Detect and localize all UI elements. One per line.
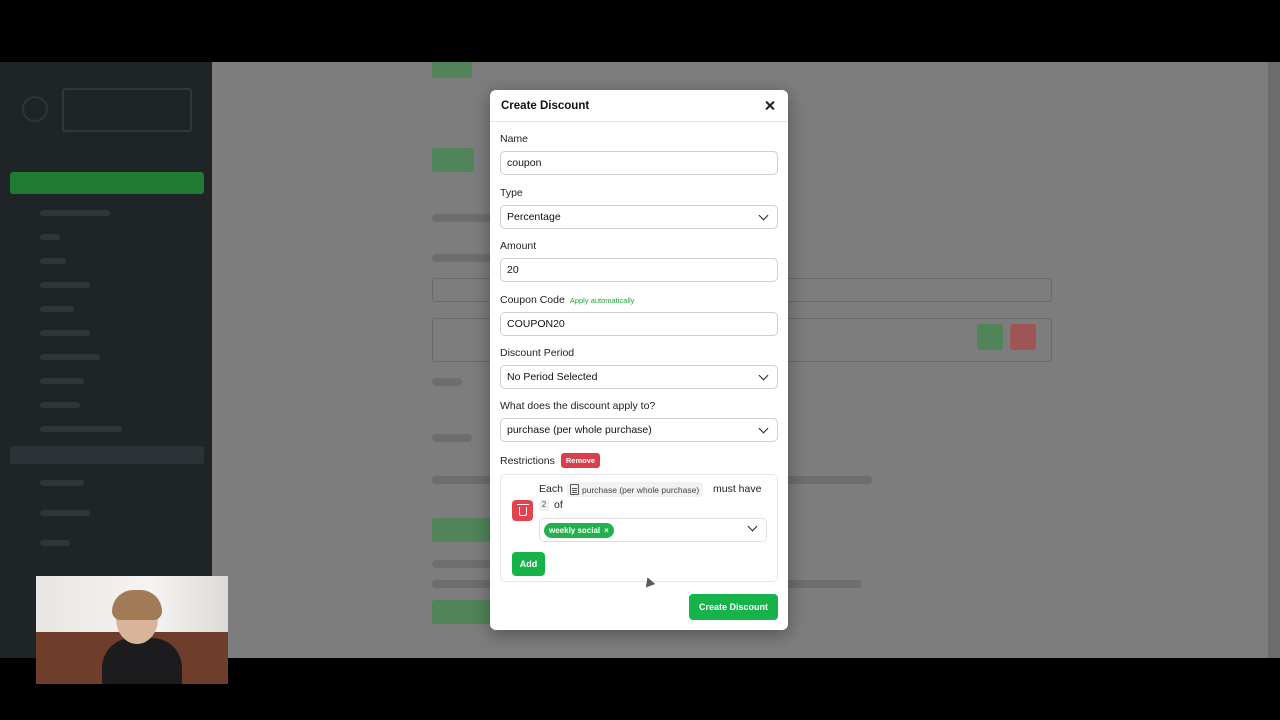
type-select[interactable]: Percentage — [500, 205, 778, 229]
name-input-value: coupon — [507, 157, 542, 169]
coupon-code-label: Coupon Code — [500, 294, 565, 306]
amount-input-value: 20 — [507, 264, 519, 276]
applies-to-value: purchase (per whole purchase) — [507, 424, 652, 436]
bg-delete-button — [1010, 324, 1036, 350]
trash-icon — [516, 504, 529, 516]
restrictions-label: Restrictions — [500, 454, 555, 467]
sidebar-item[interactable] — [40, 480, 84, 486]
add-restriction-button[interactable]: Add — [512, 552, 545, 576]
modal-title: Create Discount — [501, 99, 590, 112]
sidebar-item-selected[interactable] — [10, 446, 204, 464]
bg-heading — [432, 560, 492, 568]
bg-button — [432, 600, 492, 624]
type-label: Type — [500, 187, 523, 199]
chevron-down-icon — [758, 370, 769, 380]
restriction-each-text: Each — [539, 483, 563, 495]
coupon-code-input[interactable]: COUPON20 — [500, 312, 778, 336]
webcam-person-hair — [112, 590, 162, 620]
delete-restriction-button[interactable] — [512, 500, 533, 521]
create-discount-button[interactable]: Create Discount — [689, 594, 778, 620]
mouse-cursor-icon — [642, 575, 656, 588]
sidebar-item[interactable] — [40, 282, 90, 288]
sidebar-toggle-icon[interactable] — [22, 96, 48, 122]
coupon-code-label-row: Coupon Code Apply automatically — [500, 294, 634, 306]
discount-period-label: Discount Period — [500, 347, 575, 359]
sidebar-item[interactable] — [40, 354, 100, 360]
restrictions-label-row: Restrictions Remove — [500, 453, 601, 468]
sidebar-item[interactable] — [40, 306, 74, 312]
sidebar-item[interactable] — [40, 426, 122, 432]
sidebar-item[interactable] — [40, 402, 80, 408]
bg-heading — [432, 214, 492, 222]
name-label: Name — [500, 133, 529, 145]
sidebar-item[interactable] — [40, 234, 60, 240]
sidebar — [0, 62, 212, 658]
applies-to-label: What does the discount apply to? — [500, 400, 656, 412]
sidebar-item[interactable] — [40, 210, 110, 216]
create-discount-modal: Create Discount Name coupon Type Percent… — [490, 90, 788, 630]
applies-to-select[interactable]: purchase (per whole purchase) — [500, 418, 778, 442]
sidebar-item[interactable] — [40, 510, 90, 516]
modal-header: Create Discount — [490, 90, 788, 122]
remove-restrictions-button[interactable]: Remove — [560, 453, 601, 468]
bg-button — [432, 518, 492, 542]
purchase-scope-chip: purchase (per whole purchase) — [567, 482, 704, 497]
sidebar-item[interactable] — [40, 378, 84, 384]
bg-edit-button — [977, 324, 1003, 350]
sidebar-item-active[interactable] — [10, 172, 204, 194]
chevron-down-icon — [758, 423, 769, 433]
event-multiselect[interactable]: weekly social × — [539, 518, 767, 588]
document-icon — [570, 484, 579, 495]
restriction-card: Each purchase (per whole purchase) must … — [500, 474, 778, 588]
bg-button — [432, 148, 474, 172]
sidebar-item[interactable] — [40, 540, 70, 546]
amount-input[interactable]: 20 — [500, 258, 778, 282]
app-logo — [62, 88, 192, 132]
bg-text — [432, 254, 492, 262]
bg-heading — [432, 434, 472, 442]
chevron-down-icon — [758, 210, 769, 220]
discount-period-select[interactable]: No Period Selected — [500, 365, 778, 389]
apply-automatically-link[interactable]: Apply automatically — [570, 296, 635, 305]
close-icon[interactable] — [763, 99, 777, 113]
webcam-person-body — [102, 638, 182, 684]
type-select-value: Percentage — [507, 211, 561, 223]
bg-text — [432, 378, 462, 386]
selected-tag: weekly social × — [544, 523, 614, 538]
selected-tag-label: weekly social — [549, 526, 601, 535]
coupon-code-value: COUPON20 — [507, 318, 565, 330]
sidebar-item[interactable] — [40, 330, 90, 336]
discount-period-value: No Period Selected — [507, 371, 598, 383]
tag-remove-icon[interactable]: × — [604, 526, 609, 535]
webcam-overlay — [36, 576, 228, 684]
restriction-count[interactable]: 2 — [539, 499, 549, 511]
scrollbar[interactable] — [1268, 62, 1280, 658]
restriction-of-text: of — [554, 499, 563, 511]
restriction-must-have-text: must have — [713, 483, 762, 495]
bg-button — [432, 62, 472, 78]
sidebar-item[interactable] — [40, 258, 66, 264]
amount-label: Amount — [500, 240, 537, 252]
name-input[interactable]: coupon — [500, 151, 778, 175]
chevron-down-icon — [747, 521, 758, 532]
purchase-scope-chip-label: purchase (per whole purchase) — [582, 484, 700, 495]
